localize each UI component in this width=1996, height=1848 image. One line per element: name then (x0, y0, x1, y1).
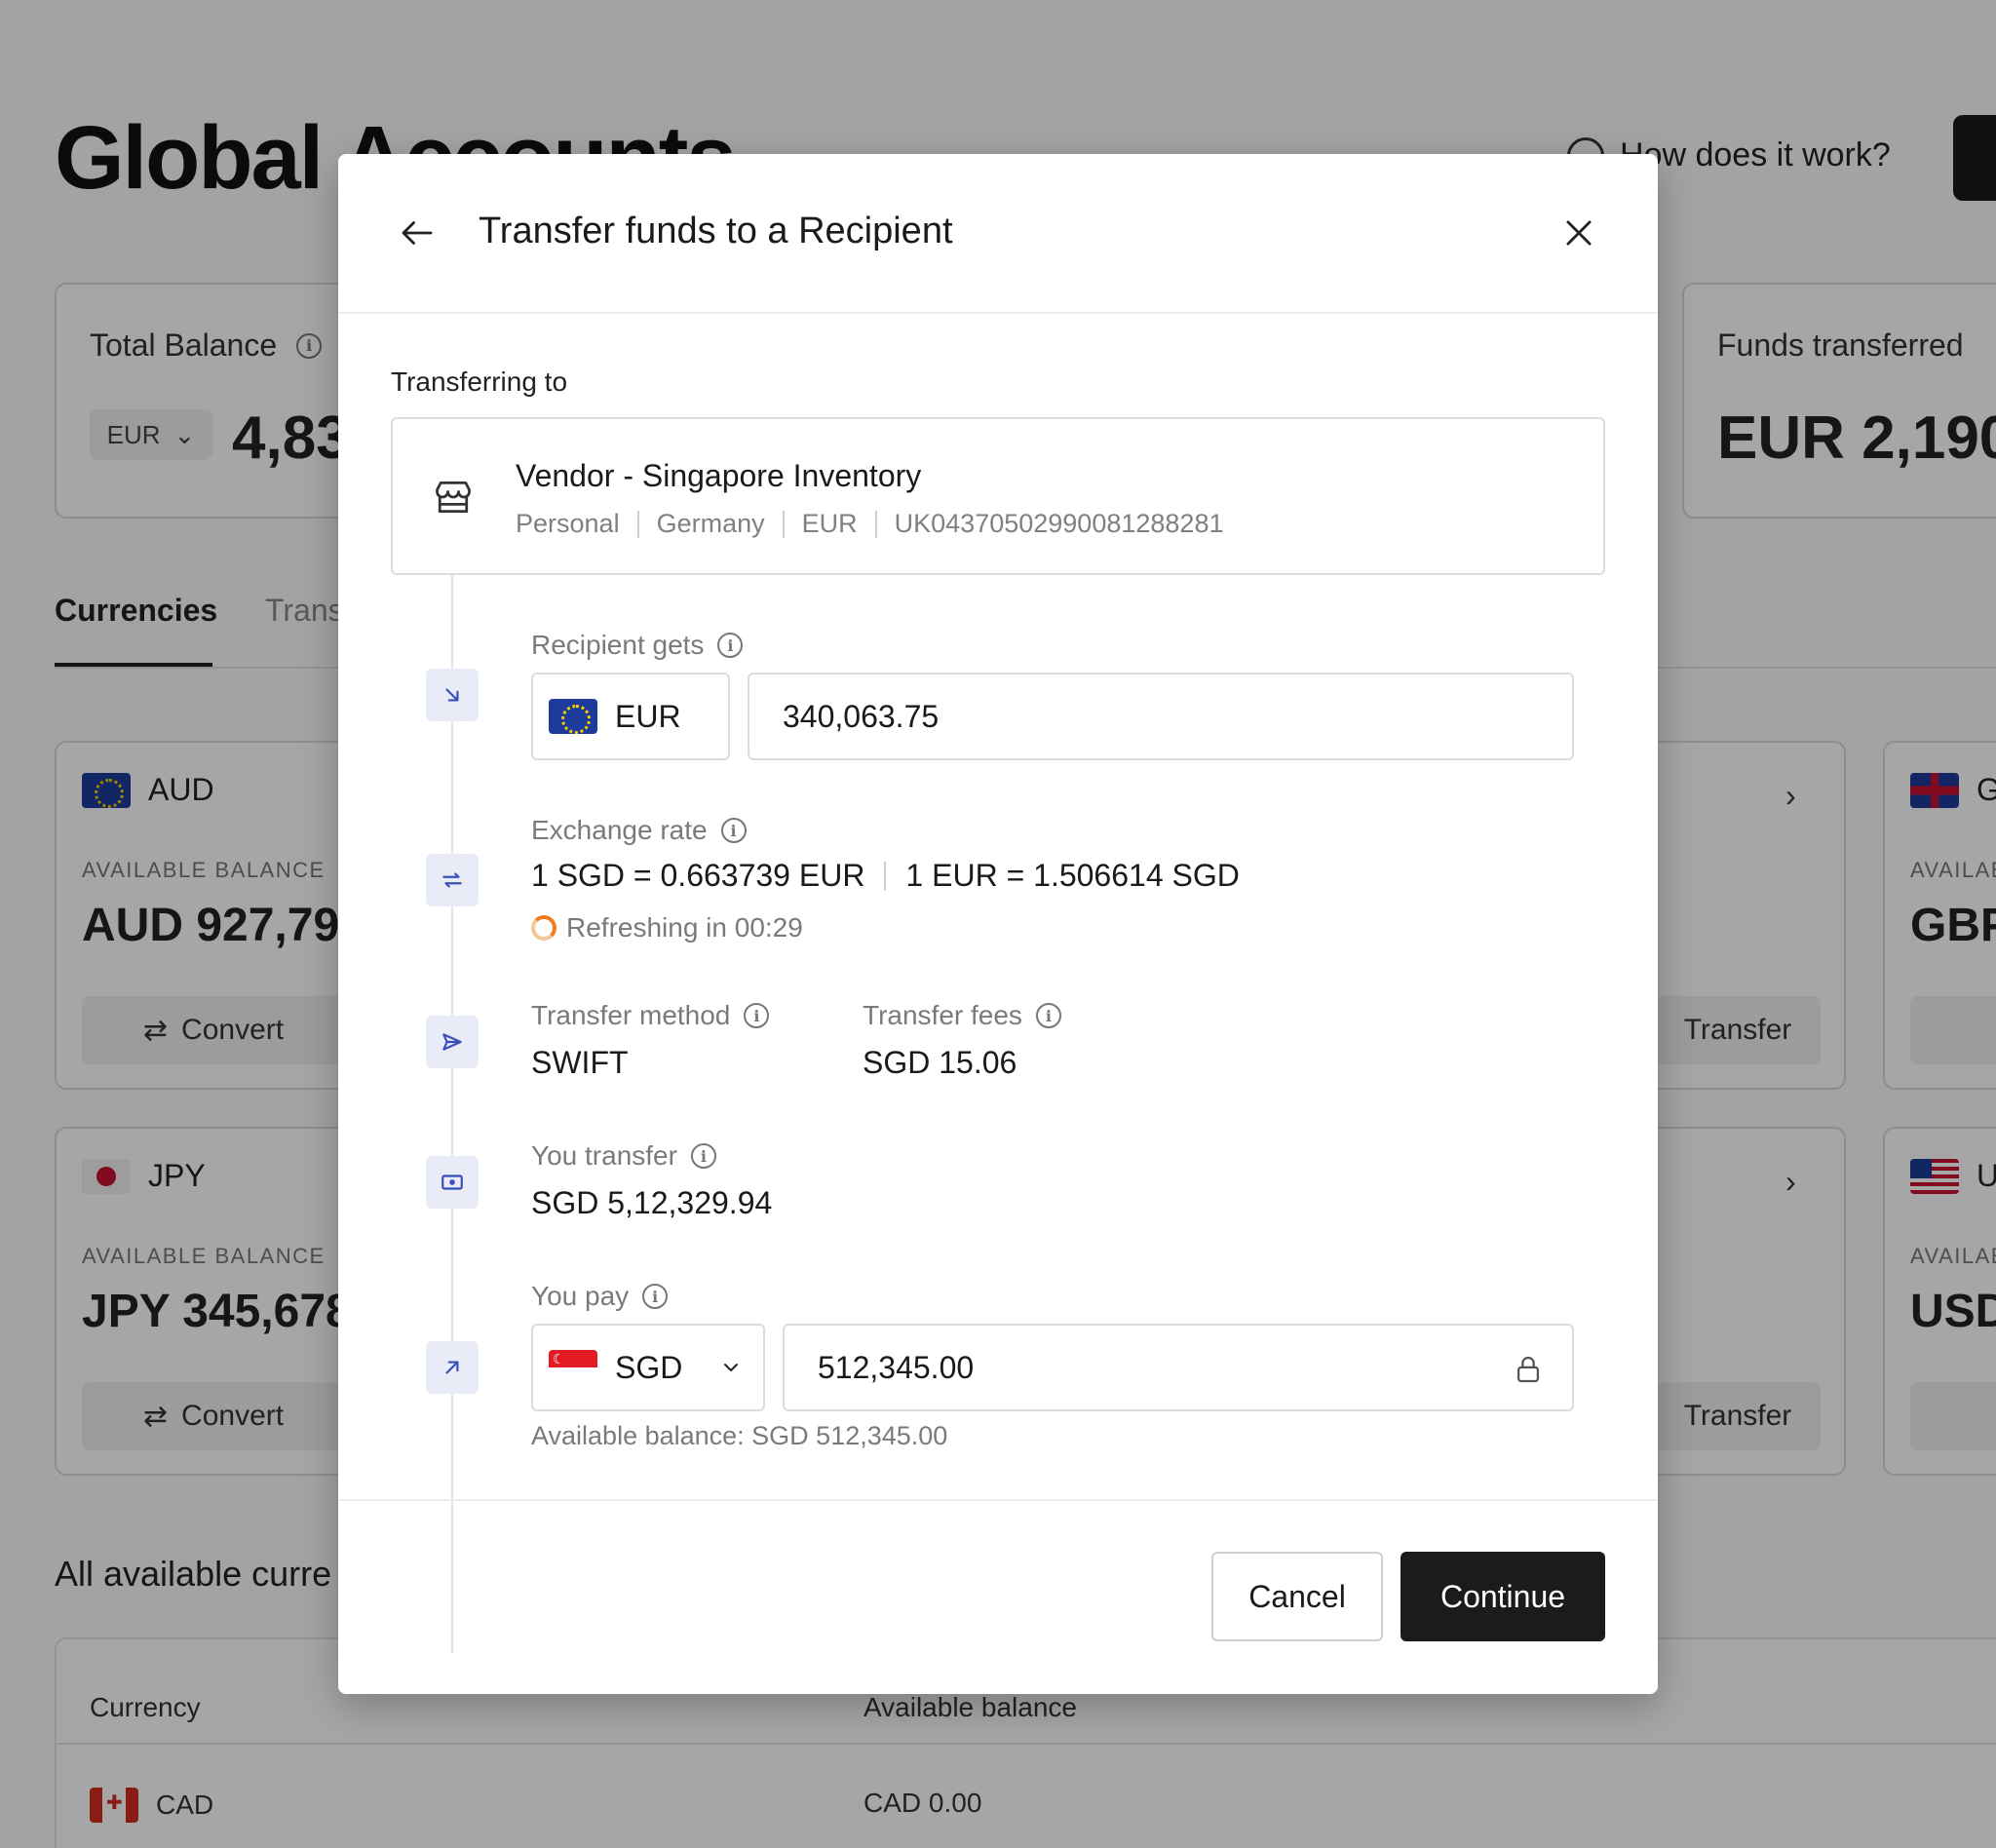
lock-icon[interactable] (1512, 1351, 1545, 1388)
modal-footer: Cancel Continue (338, 1499, 1658, 1694)
timeline-line (451, 575, 453, 1653)
recipient-currency-display: EUR (531, 673, 730, 760)
transfer-fees-label: Transfer fees i (863, 1000, 1061, 1031)
pay-amount-value: 512,345.00 (818, 1349, 975, 1385)
continue-button[interactable]: Continue (1401, 1552, 1605, 1641)
info-icon[interactable]: i (744, 1003, 770, 1028)
send-icon (426, 1016, 479, 1068)
recipient-meta: Personal Germany EUR UK04370502990081288… (516, 509, 1223, 539)
incoming-arrow-icon (426, 669, 479, 721)
info-icon[interactable]: i (642, 1284, 669, 1309)
divider (636, 510, 639, 538)
you-pay-label: You pay i (531, 1281, 669, 1312)
close-icon[interactable] (1560, 214, 1597, 251)
transfer-method-value: SWIFT (531, 1045, 629, 1080)
recipient-country: Germany (656, 509, 765, 538)
chevron-down-icon (724, 1364, 739, 1371)
modal-header: Transfer funds to a Recipient (338, 154, 1658, 314)
exchange-rate-values: 1 SGD = 0.663739 EUR 1 EUR = 1.506614 SG… (531, 858, 1240, 894)
available-balance-note: Available balance: SGD 512,345.00 (531, 1421, 948, 1450)
recipient-type: Personal (516, 509, 620, 538)
divider (884, 861, 887, 891)
rate-refresh-indicator: Refreshing in 00:29 (531, 912, 803, 943)
recipient-gets-label: Recipient gets i (531, 630, 744, 661)
info-icon[interactable]: i (1035, 1003, 1061, 1028)
info-icon[interactable]: i (690, 1143, 716, 1169)
info-icon[interactable]: i (720, 818, 747, 843)
recipient-currency-code: EUR (615, 698, 681, 734)
divider (782, 510, 785, 538)
rate-eur-sgd: 1 EUR = 1.506614 SGD (905, 858, 1240, 893)
cancel-button[interactable]: Cancel (1211, 1552, 1383, 1641)
you-pay-text: You pay (531, 1281, 630, 1311)
you-transfer-value: SGD 5,12,329.94 (531, 1185, 773, 1220)
transfer-modal: Transfer funds to a Recipient Transferri… (338, 154, 1658, 1694)
cash-icon (426, 1156, 479, 1209)
transfer-fees-value: SGD 15.06 (863, 1045, 1017, 1080)
spinner-icon (531, 915, 557, 941)
exchange-icon (426, 854, 479, 906)
recipient-currency: EUR (801, 509, 858, 538)
modal-title: Transfer funds to a Recipient (479, 211, 953, 251)
info-icon[interactable]: i (717, 633, 744, 658)
refresh-countdown: Refreshing in 00:29 (566, 912, 803, 943)
pay-amount-input[interactable]: 512,345.00 (783, 1324, 1574, 1411)
recipient-name: Vendor - Singapore Inventory (516, 458, 922, 493)
you-transfer-label: You transfer i (531, 1140, 716, 1172)
store-icon (436, 481, 471, 514)
transfer-method-text: Transfer method (531, 1000, 731, 1030)
back-arrow-icon[interactable] (397, 212, 438, 253)
recipient-card: Vendor - Singapore Inventory Personal Ge… (391, 417, 1605, 575)
outgoing-arrow-icon (426, 1341, 479, 1394)
recipient-amount-input[interactable]: 340,063.75 (748, 673, 1574, 760)
recipient-gets-text: Recipient gets (531, 630, 705, 660)
transferring-to-label: Transferring to (391, 366, 568, 397)
sg-flag-icon (549, 1350, 597, 1385)
exchange-rate-text: Exchange rate (531, 815, 708, 845)
you-transfer-text: You transfer (531, 1140, 677, 1171)
divider (874, 510, 877, 538)
transfer-method-label: Transfer method i (531, 1000, 770, 1031)
recipient-account: UK04370502990081288281 (894, 509, 1224, 538)
pay-currency-select[interactable]: SGD (531, 1324, 765, 1411)
transfer-fees-text: Transfer fees (863, 1000, 1022, 1030)
exchange-rate-label: Exchange rate i (531, 815, 747, 846)
pay-currency-code: SGD (615, 1349, 683, 1385)
eu-flag-icon (549, 699, 597, 734)
rate-sgd-eur: 1 SGD = 0.663739 EUR (531, 858, 865, 893)
